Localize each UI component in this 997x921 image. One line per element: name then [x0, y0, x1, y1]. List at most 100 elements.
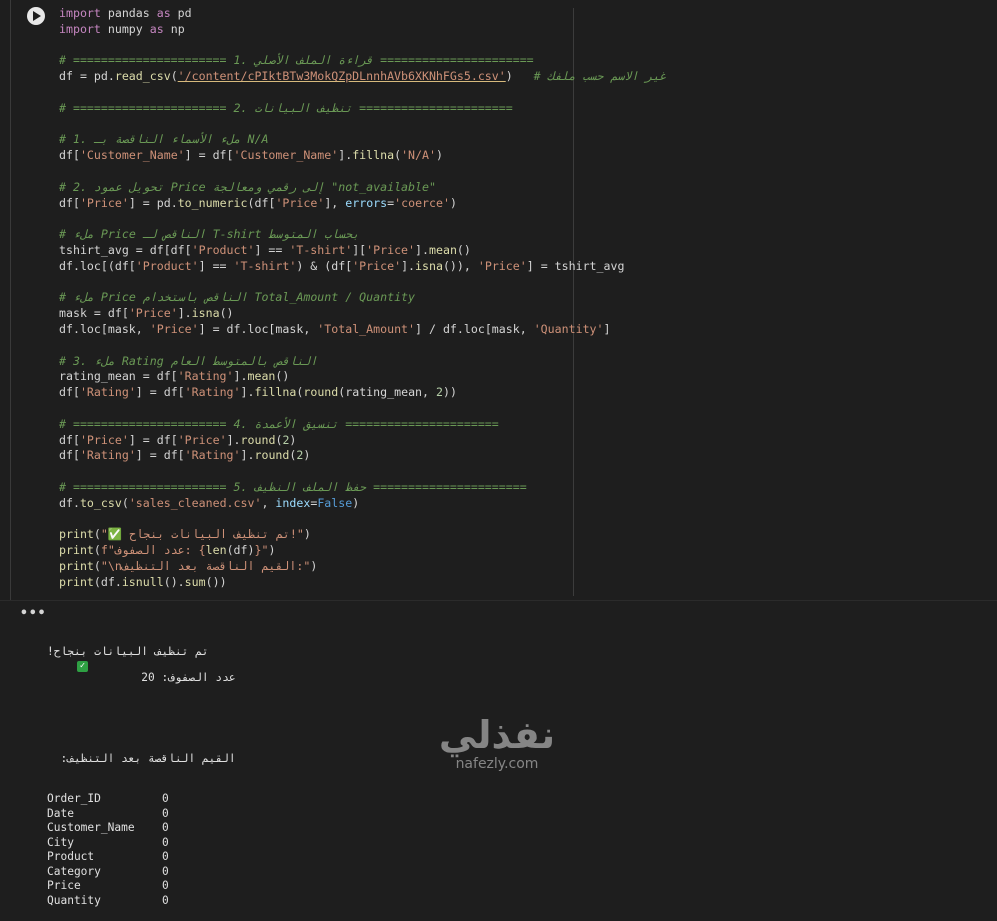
code-token: (): [219, 306, 234, 321]
code-line: df.loc[(df['Product'] == 'T-shirt') & (d…: [59, 259, 666, 275]
code-token: 'Total_Amount': [317, 321, 416, 336]
code-token: 'T-shirt': [289, 242, 353, 257]
code-token: '/content/cPIktBTw3MokQZpDLnnhAVb6XKNhFG…: [177, 69, 506, 84]
code-token: ] ==: [198, 258, 234, 273]
output-separator: [0, 600, 997, 601]
code-token: (): [275, 369, 290, 384]
code-token: 'Price': [177, 432, 227, 447]
code-token: ): [268, 543, 276, 558]
code-token: print: [59, 527, 94, 542]
code-token: 2: [436, 385, 443, 400]
column-name: Order_ID: [47, 792, 101, 805]
run-cell-button[interactable]: [27, 7, 45, 25]
code-token: pd: [170, 6, 192, 20]
code-token: # 1. ملء الأسماء الناقصة بـ N/A: [59, 132, 269, 147]
code-token: ()): [205, 574, 227, 589]
code-token: sum: [184, 574, 206, 589]
code-line: df['Rating'] = df['Rating'].round(2): [59, 448, 666, 464]
code-token: (: [93, 558, 101, 573]
code-token: ): [289, 432, 297, 447]
code-token: import: [59, 21, 101, 36]
code-token: 'Rating': [184, 385, 241, 400]
code-line: # 2. تحويل عمود Price إلى رقمي ومعالجة "…: [59, 180, 666, 196]
code-token: 'Rating': [79, 448, 136, 463]
missing-count: 0: [162, 792, 169, 805]
code-token: ] = df[: [184, 148, 234, 163]
code-token: # ====================== 2. تنظيف البيان…: [59, 100, 513, 115]
code-token: (: [93, 543, 101, 558]
code-token: ].: [233, 369, 248, 384]
code-token: # ====================== 1. قراءة الملف …: [59, 53, 534, 68]
code-token: ] = pd.: [128, 195, 178, 210]
code-token: ,: [261, 495, 276, 510]
code-line: # ملء Price الناقص لـ T-shirt بحساب المت…: [59, 227, 666, 243]
code-token: index: [275, 495, 311, 510]
column-name: Price: [47, 879, 81, 892]
code-token: # ملء Price الناقص باستخدام Total_Amount…: [59, 290, 416, 305]
code-token: len: [205, 543, 227, 558]
code-token: ()),: [442, 258, 478, 273]
code-token: (df): [226, 543, 255, 558]
code-token: "✅ تم تنظيف البيانات بنجاح!": [100, 527, 304, 542]
code-token: ): [352, 495, 360, 510]
code-token: # 2. تحويل عمود Price إلى رقمي ومعالجة "…: [59, 179, 436, 194]
missing-count: 0: [162, 821, 169, 834]
missing-count: 0: [162, 864, 169, 878]
code-token: 'Product': [135, 258, 199, 273]
code-token: (df[: [247, 195, 276, 210]
code-token: # ملء Price الناقص لـ T-shirt بحساب المت…: [59, 227, 360, 242]
column-name: Product: [47, 850, 95, 863]
column-name: Date: [47, 806, 74, 820]
code-token: df.: [59, 495, 80, 510]
missing-count: 0: [162, 893, 169, 907]
watermark-latin: nafezly.com: [455, 756, 539, 772]
code-token: ].: [415, 242, 429, 257]
code-editor[interactable]: import pandas as pd import numpy as np # …: [59, 6, 666, 590]
code-token: # 3. ملء Rating الناقص بالمتوسط العام: [59, 353, 318, 368]
code-token: print: [59, 558, 94, 573]
code-line: df['Rating'] = df['Rating'].fillna(round…: [59, 385, 666, 401]
code-token: df[: [59, 195, 80, 210]
nafezly-watermark: نفذلي nafezly.com: [436, 714, 558, 772]
code-line: df.to_csv('sales_cleaned.csv', index=Fal…: [59, 496, 666, 512]
missing-values-row: City 0: [47, 836, 236, 851]
code-token: df.loc[mask,: [59, 321, 150, 336]
code-token: isnull: [121, 574, 164, 589]
code-token: "\nالقيم الناقصة بعد التنظيف:": [100, 558, 311, 573]
output-menu-button[interactable]: •••: [20, 606, 46, 621]
code-token: round: [254, 448, 290, 463]
code-token: isna: [415, 258, 443, 273]
code-token: df.loc[(df[: [59, 258, 136, 273]
watermark-arabic: نفذلي: [438, 713, 556, 757]
code-token: # ====================== 4. تنسيق الأعمد…: [59, 416, 499, 431]
code-token: ().: [163, 574, 185, 589]
code-token: ): [310, 558, 318, 573]
code-token: round: [240, 432, 276, 447]
success-message: تم تنظيف البيانات بنجاح!: [47, 644, 209, 658]
check-icon: ✓: [76, 660, 88, 672]
code-token: ] = df[: [128, 432, 178, 447]
code-line: # ====================== 4. تنسيق الأعمد…: [59, 417, 666, 433]
code-token: mean: [429, 242, 457, 257]
code-token: read_csv: [114, 69, 171, 84]
code-token: 'sales_cleaned.csv': [128, 495, 262, 510]
missing-count: 0: [162, 850, 169, 863]
code-token: f"عدد الصفوف: {: [100, 543, 206, 558]
code-token: numpy: [100, 21, 150, 36]
code-token: df[: [59, 432, 80, 447]
code-line: # ====================== 1. قراءة الملف …: [59, 53, 666, 69]
missing-count: 0: [162, 806, 169, 820]
code-token: fillna: [254, 385, 297, 400]
code-token: ].: [401, 258, 416, 273]
code-cell[interactable]: import pandas as pd import numpy as np # …: [10, 0, 997, 600]
column-name: Customer_Name: [47, 821, 135, 834]
code-token: isna: [191, 306, 220, 321]
code-token: np: [163, 21, 185, 36]
code-token: (: [93, 527, 101, 542]
code-token: (: [170, 69, 178, 84]
code-token: (): [456, 242, 471, 257]
